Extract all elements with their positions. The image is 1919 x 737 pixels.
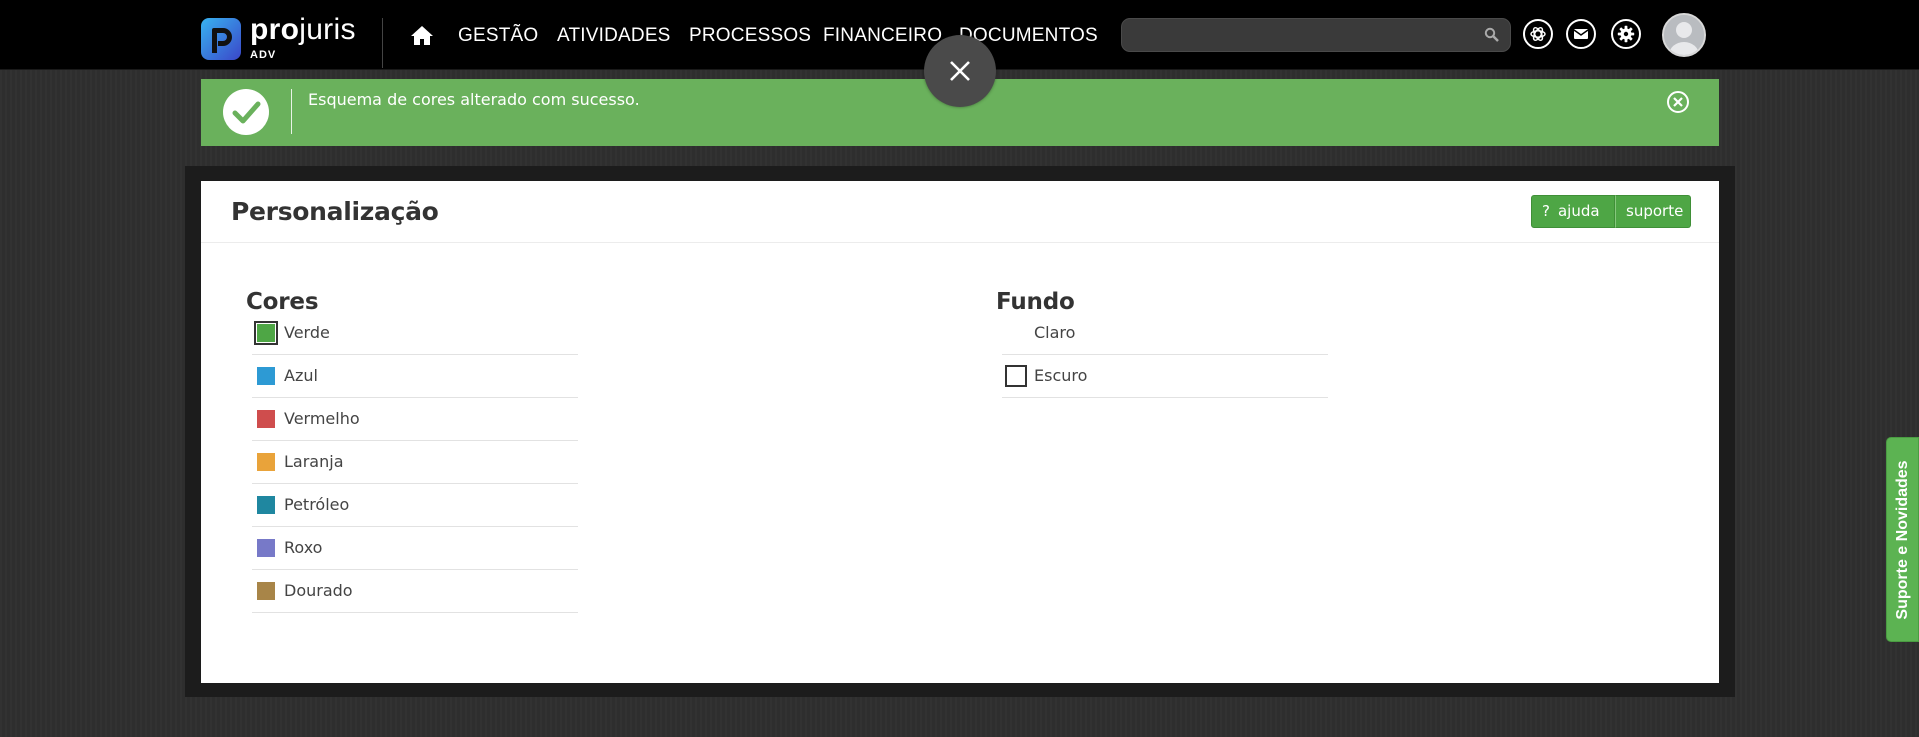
- color-option-label: Azul: [284, 366, 318, 385]
- projuris-logo-icon[interactable]: [201, 18, 241, 60]
- color-option-vermelho[interactable]: Vermelho: [252, 398, 578, 441]
- help-label: ajuda: [1557, 202, 1600, 220]
- color-option-list: Verde Azul Vermelho Laranja Petróleo Roxo Dour…: [252, 312, 578, 613]
- color-option-label: Verde: [284, 323, 330, 342]
- personalization-panel: Personalização ? ajuda suporte Cores Verd…: [201, 181, 1719, 683]
- color-option-verde[interactable]: Verde: [252, 312, 578, 355]
- color-option-label: Vermelho: [284, 409, 360, 428]
- color-option-label: Laranja: [284, 452, 344, 471]
- nav-gestao[interactable]: GESTÃO: [458, 23, 538, 49]
- close-icon: [950, 61, 970, 81]
- support-button[interactable]: suporte: [1615, 195, 1691, 228]
- nav-atividades[interactable]: ATIVIDADES: [557, 23, 671, 49]
- background-option-escuro[interactable]: Escuro: [1002, 355, 1328, 398]
- notification-message: Esquema de cores alterado com sucesso.: [308, 90, 640, 109]
- nav-financeiro[interactable]: FINANCEIRO: [823, 23, 942, 49]
- color-option-azul[interactable]: Azul: [252, 355, 578, 398]
- close-icon: [1673, 97, 1683, 107]
- success-check-icon: [223, 89, 269, 135]
- mail-icon: [1573, 29, 1589, 39]
- help-button[interactable]: ? ajuda: [1531, 195, 1615, 228]
- color-option-label: Roxo: [284, 538, 323, 557]
- color-option-roxo[interactable]: Roxo: [252, 527, 578, 570]
- color-option-label: Petróleo: [284, 495, 350, 514]
- dismiss-overlay-button[interactable]: [924, 35, 996, 107]
- brand-name: projuris: [250, 13, 356, 46]
- color-swatch[interactable]: [257, 582, 275, 600]
- background-option-label: Escuro: [1034, 366, 1088, 385]
- background-option-claro[interactable]: Claro: [1002, 312, 1328, 355]
- messages-button[interactable]: [1566, 19, 1596, 49]
- panel-header: Personalização ? ajuda suporte: [201, 181, 1719, 243]
- search-input[interactable]: [1121, 18, 1511, 52]
- background-option-list: Claro Escuro: [1002, 312, 1328, 398]
- page-title: Personalização: [231, 197, 439, 226]
- help-button-group: ? ajuda suporte: [1531, 195, 1691, 228]
- header-divider: [382, 18, 383, 68]
- color-option-laranja[interactable]: Laranja: [252, 441, 578, 484]
- close-notification-button[interactable]: [1667, 91, 1689, 113]
- question-icon: ?: [1542, 202, 1550, 220]
- color-swatch[interactable]: [257, 410, 275, 428]
- color-swatch[interactable]: [257, 539, 275, 557]
- settings-button[interactable]: [1611, 19, 1641, 49]
- support-news-label: Suporte e Novidades: [1893, 459, 1911, 620]
- color-swatch[interactable]: [257, 453, 275, 471]
- notification-divider: [291, 89, 292, 134]
- user-avatar-icon: [1664, 15, 1704, 55]
- support-news-tab[interactable]: Suporte e Novidades: [1886, 437, 1919, 642]
- search-icon[interactable]: [1484, 27, 1500, 43]
- color-option-dourado[interactable]: Dourado: [252, 570, 578, 613]
- color-swatch[interactable]: [254, 321, 278, 345]
- color-swatch[interactable]: [257, 367, 275, 385]
- nav-processos[interactable]: PROCESSOS: [689, 23, 811, 49]
- gear-icon: [1617, 25, 1635, 43]
- color-option-label: Dourado: [284, 581, 353, 600]
- background-option-label: Claro: [1034, 323, 1076, 342]
- avatar[interactable]: [1662, 13, 1706, 57]
- ai-assistant-button[interactable]: [1523, 19, 1553, 49]
- openai-icon: [1530, 27, 1546, 41]
- color-swatch[interactable]: [257, 496, 275, 514]
- selected-background-indicator[interactable]: [1005, 365, 1027, 387]
- brand-subtitle: ADV: [250, 49, 277, 61]
- home-icon[interactable]: [410, 24, 434, 46]
- color-option-petróleo[interactable]: Petróleo: [252, 484, 578, 527]
